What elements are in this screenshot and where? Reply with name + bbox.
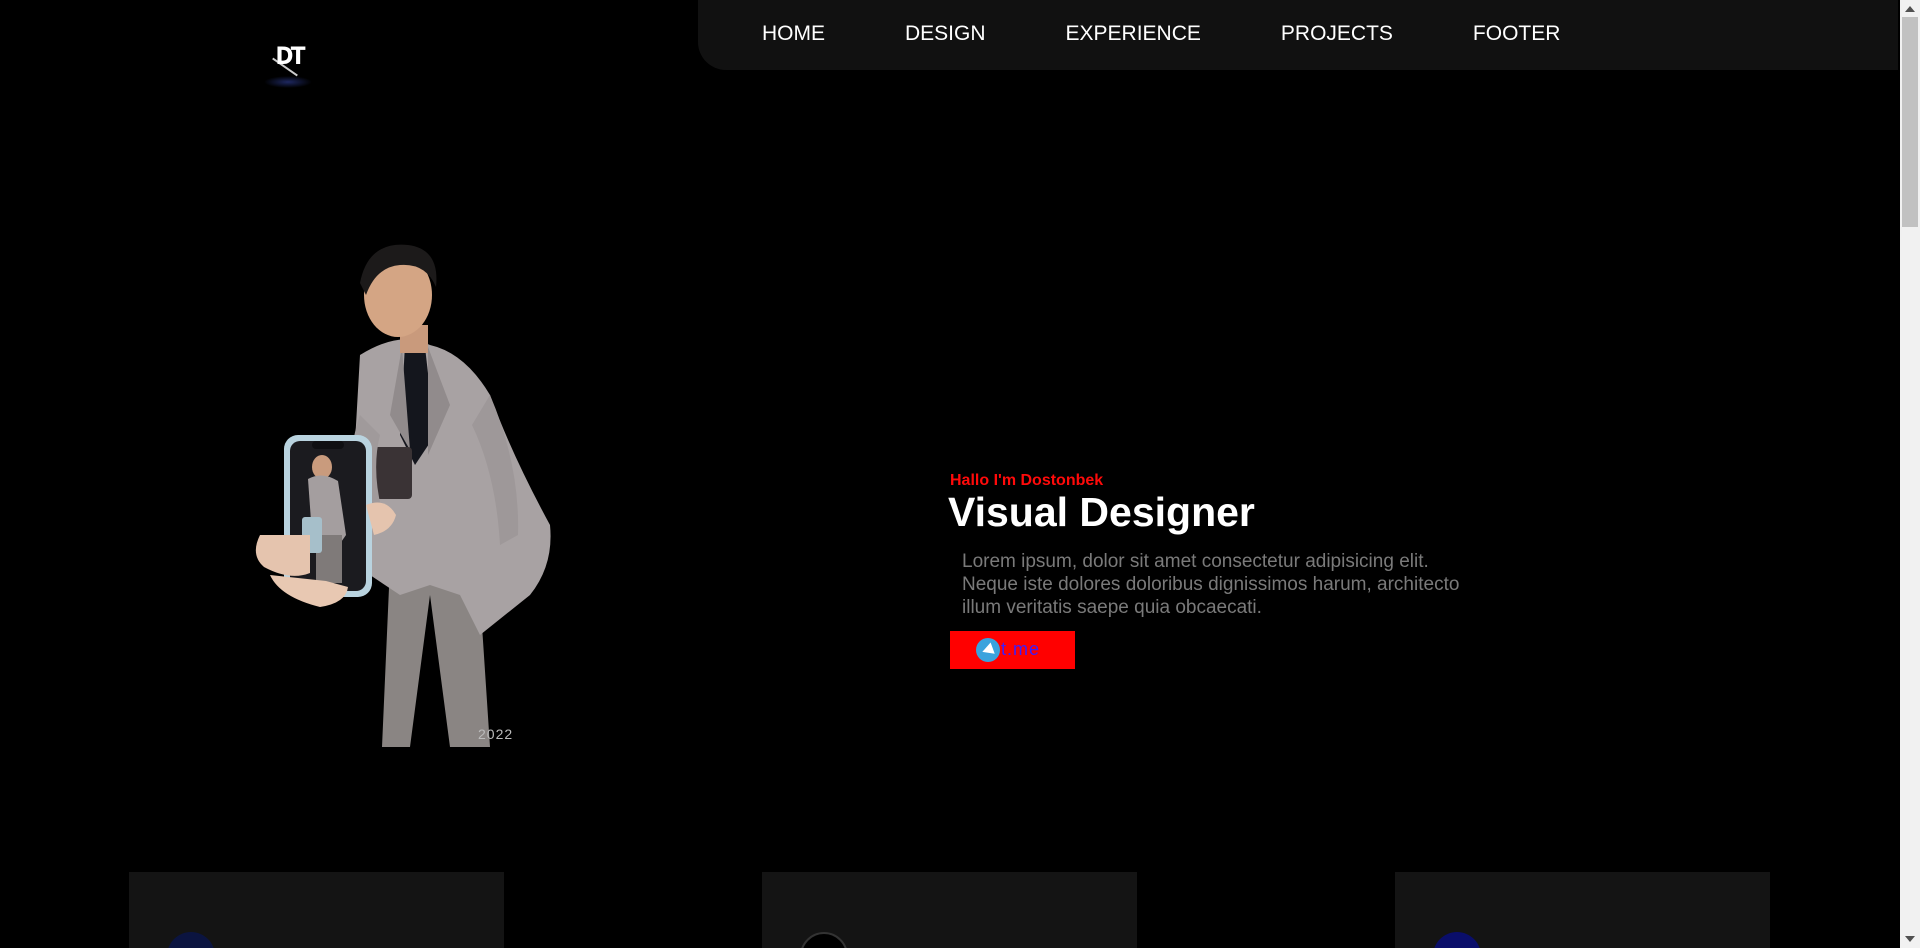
navy-circle-icon	[167, 932, 215, 948]
service-card-2[interactable]	[762, 872, 1137, 948]
hero-portrait-image	[250, 235, 560, 747]
blue-circle-icon	[1433, 932, 1481, 948]
telegram-icon	[976, 638, 1000, 662]
scroll-up-arrow-icon[interactable]	[1905, 6, 1915, 12]
nav-list: HOME DESIGN EXPERIENCE PROJECTS FOOTER	[762, 22, 1640, 46]
portrait-year-label: 2022	[478, 726, 514, 742]
logo-mark: DT	[275, 42, 306, 70]
scrollbar-thumb[interactable]	[1902, 17, 1918, 227]
dt-monogram-logo[interactable]: DT	[256, 22, 320, 94]
page: DT HOME DESIGN EXPERIENCE PROJECTS FOOTE…	[0, 0, 1920, 948]
service-card-3[interactable]	[1395, 872, 1770, 948]
dark-circle-icon	[800, 932, 848, 948]
telegram-link-label: t.me	[1001, 639, 1041, 659]
nav-item-experience[interactable]: EXPERIENCE	[1066, 22, 1201, 46]
logo-glow	[264, 76, 312, 88]
service-card-1[interactable]	[129, 872, 504, 948]
top-navigation: HOME DESIGN EXPERIENCE PROJECTS FOOTER	[698, 0, 1898, 70]
hero-description: Lorem ipsum, dolor sit amet consectetur …	[962, 551, 1460, 618]
nav-item-design[interactable]: DESIGN	[905, 22, 986, 46]
page-scrollbar[interactable]	[1900, 0, 1920, 948]
nav-item-home[interactable]: HOME	[762, 22, 825, 46]
nav-item-footer[interactable]: FOOTER	[1473, 22, 1561, 46]
scroll-down-arrow-icon[interactable]	[1905, 936, 1915, 942]
telegram-link-button[interactable]: t.me	[950, 631, 1075, 669]
hero-title: Visual Designer	[948, 489, 1255, 535]
hero-greeting: Hallo I'm Dostonbek	[950, 472, 1104, 489]
nav-item-projects[interactable]: PROJECTS	[1281, 22, 1393, 46]
